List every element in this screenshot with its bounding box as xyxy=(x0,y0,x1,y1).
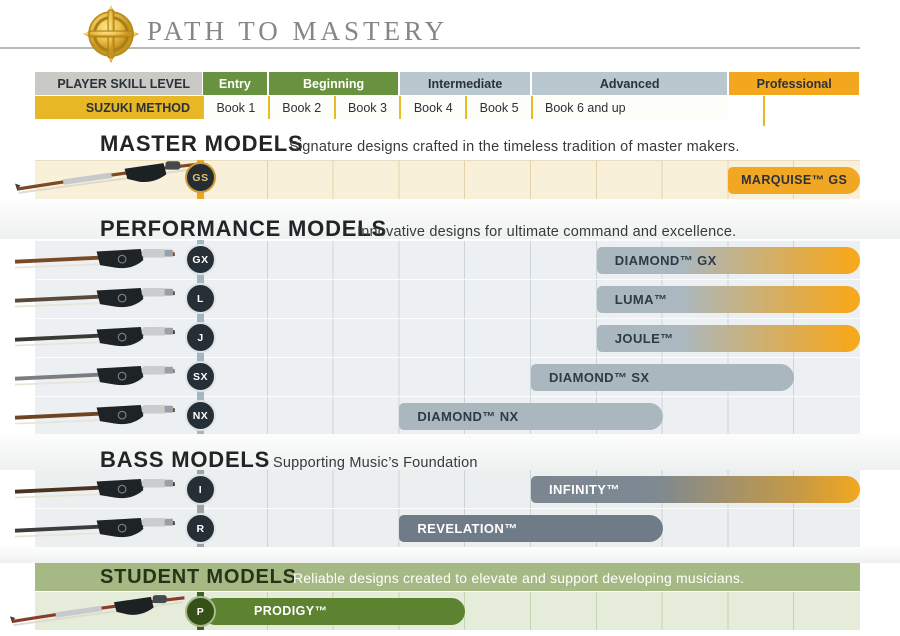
product-bar-diamond-nx[interactable]: DIAMOND™ NX xyxy=(399,403,662,430)
skill-level-cell-beginning: Beginning xyxy=(269,72,399,95)
product-bar-prodigy[interactable]: PRODIGY™ xyxy=(202,598,465,625)
suzuki-book-cell: Book 6 and up xyxy=(531,96,728,119)
product-bar-joule[interactable]: JOULE™ xyxy=(597,325,860,352)
section-subtitle-student: Reliable designs created to elevate and … xyxy=(293,570,744,586)
page-title: PATH TO MASTERY xyxy=(147,16,448,47)
model-badge-sx: SX xyxy=(185,361,216,392)
suzuki-book-cell: Book 4 xyxy=(399,96,465,119)
section-subtitle-master: Signature designs crafted in the timeles… xyxy=(289,139,740,155)
professional-column-marker xyxy=(763,96,765,126)
section-title-performance: PERFORMANCE MODELS xyxy=(100,216,387,242)
skill-row-label: PLAYER SKILL LEVEL xyxy=(35,72,202,95)
suzuki-book-cell: Book 3 xyxy=(334,96,400,119)
student-bow-icon xyxy=(10,590,195,632)
violin-bow-icon xyxy=(15,156,210,200)
suzuki-method-row: SUZUKI METHOD Book 1 Book 2 Book 3 Book … xyxy=(35,96,860,119)
section-subtitle-bass: Supporting Music’s Foundation xyxy=(273,455,478,471)
skill-level-cell-intermediate: Intermediate xyxy=(400,72,530,95)
brand-logo-icon xyxy=(83,5,139,63)
product-bar-infinity[interactable]: INFINITY™ xyxy=(531,476,860,503)
player-skill-level-row: PLAYER SKILL LEVEL Entry Beginning Inter… xyxy=(35,72,860,95)
section-title-master: MASTER MODELS xyxy=(100,131,304,157)
section-title-student: STUDENT MODELS xyxy=(100,566,297,589)
violin-bow-frog-icon xyxy=(5,282,195,316)
model-badge-gs: GS xyxy=(185,162,216,193)
student-section-band: STUDENT MODELS Reliable designs created … xyxy=(35,563,860,591)
model-badge-i: I xyxy=(185,474,216,505)
bass-bow-frog-icon xyxy=(5,512,195,546)
product-bar-luma[interactable]: LUMA™ xyxy=(597,286,860,313)
violin-bow-frog-icon xyxy=(5,399,195,433)
section-gap xyxy=(0,547,900,563)
section-subtitle-performance: Innovative designs for ultimate command … xyxy=(357,224,736,240)
suzuki-book-cell: Book 1 xyxy=(202,96,268,119)
product-bar-revelation[interactable]: REVELATION™ xyxy=(399,515,662,542)
violin-bow-frog-icon xyxy=(5,243,195,277)
model-badge-j: J xyxy=(185,322,216,353)
skill-level-cell-professional: Professional xyxy=(729,72,859,95)
suzuki-book-cell: Book 2 xyxy=(268,96,334,119)
skill-level-cell-advanced: Advanced xyxy=(532,72,727,95)
model-badge-gx: GX xyxy=(185,244,216,275)
suzuki-book-cell: Book 5 xyxy=(465,96,531,119)
bass-bow-frog-icon xyxy=(5,473,195,507)
model-badge-nx: NX xyxy=(185,400,216,431)
path-to-mastery-infographic: PATH TO MASTERY PLAYER SKILL LEVEL Entry… xyxy=(0,0,900,636)
skill-level-cell-entry: Entry xyxy=(203,72,267,95)
model-badge-p: P xyxy=(185,596,216,627)
product-bar-diamond-gx[interactable]: DIAMOND™ GX xyxy=(597,247,860,274)
product-bar-diamond-sx[interactable]: DIAMOND™ SX xyxy=(531,364,794,391)
violin-bow-frog-icon xyxy=(5,360,195,394)
model-badge-r: R xyxy=(185,513,216,544)
product-bar-marquise-gs[interactable]: MARQUISE™ GS xyxy=(728,167,860,194)
suzuki-row-label: SUZUKI METHOD xyxy=(35,96,202,119)
model-badge-l: L xyxy=(185,283,216,314)
violin-bow-frog-icon xyxy=(5,321,195,355)
